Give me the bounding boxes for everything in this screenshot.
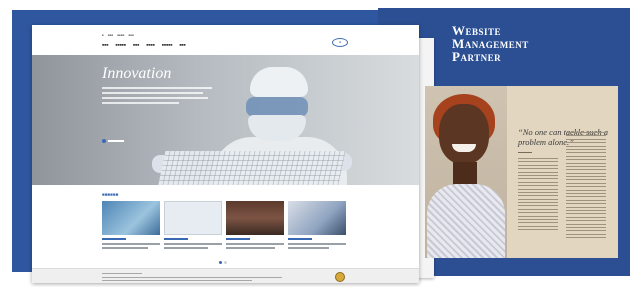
news-caption[interactable] — [102, 238, 160, 251]
hero-more-label — [108, 140, 124, 142]
news-caption[interactable] — [164, 238, 222, 251]
brochure-title-line: Partner — [452, 49, 502, 64]
utility-links: ■ ■■■ ■■■■ ■■■ — [102, 32, 134, 38]
utility-link[interactable]: ■■■■ — [117, 33, 124, 37]
news-section-title: ■■■■■■ — [102, 192, 119, 197]
nav-item[interactable]: ■■■■■ — [115, 43, 126, 47]
pager-dot[interactable] — [224, 261, 227, 264]
news-thumbnails — [102, 201, 346, 235]
hair-cap — [250, 67, 308, 97]
portrait-face — [439, 104, 489, 164]
nav-item[interactable]: ■■■■ — [146, 43, 154, 47]
award-badge-icon — [335, 272, 345, 282]
nav-item[interactable]: ■■■ — [133, 43, 139, 47]
hero-more-link[interactable] — [102, 139, 124, 143]
news-caption[interactable] — [288, 238, 346, 251]
utility-link[interactable]: ■■■ — [129, 33, 134, 37]
hero-title: Innovation — [102, 65, 172, 82]
utility-link[interactable]: ■ — [102, 33, 104, 37]
news-thumbnail[interactable] — [102, 201, 160, 235]
brochure-body-column — [566, 132, 606, 241]
portrait-photo — [425, 86, 507, 258]
news-thumbnail[interactable] — [288, 201, 346, 235]
news-captions — [102, 238, 346, 251]
face-mask — [248, 115, 306, 141]
nav-item[interactable]: ■■■■■ — [162, 43, 173, 47]
main-nav: ■■■ ■■■■■ ■■■ ■■■■ ■■■■■ ■■■ — [102, 43, 186, 47]
brochure-title: Website Management Partner — [452, 24, 622, 63]
company-logo-icon[interactable]: ● — [332, 38, 348, 47]
portrait-body — [427, 184, 505, 258]
utility-link[interactable]: ■■■ — [108, 33, 113, 37]
hero-more-dot-icon — [102, 139, 106, 143]
nav-item[interactable]: ■■■ — [102, 43, 108, 47]
brochure-body-column — [518, 158, 558, 233]
site-footer — [32, 268, 419, 283]
sample-tray — [158, 151, 346, 185]
hero-banner — [32, 55, 419, 185]
pager-dot[interactable] — [219, 261, 222, 264]
news-caption[interactable] — [226, 238, 284, 251]
quote-divider — [518, 152, 532, 153]
hero-copy — [102, 87, 212, 107]
news-thumbnail[interactable] — [164, 201, 222, 235]
goggles — [246, 97, 308, 117]
news-thumbnail[interactable] — [226, 201, 284, 235]
website-mockup: ■ ■■■ ■■■■ ■■■ ● ■■■ ■■■■■ ■■■ ■■■■ ■■■■… — [32, 25, 419, 283]
carousel-pager — [219, 261, 227, 264]
nav-item[interactable]: ■■■ — [179, 43, 185, 47]
